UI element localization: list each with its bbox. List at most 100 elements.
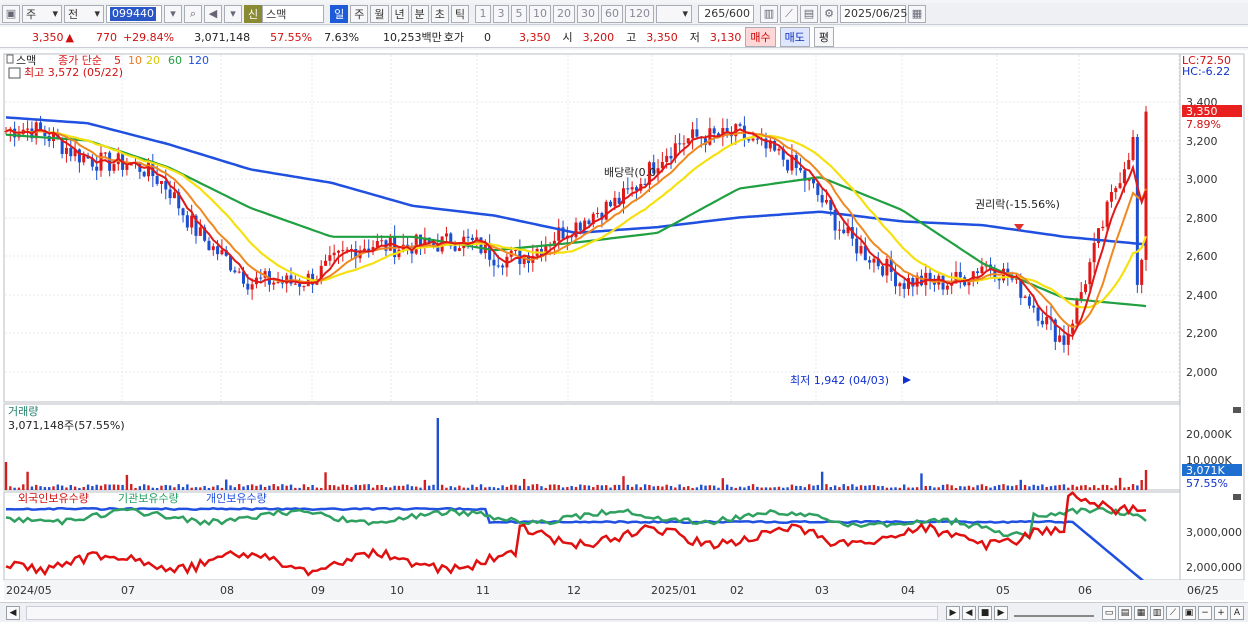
custom-minute-select[interactable]: ▾: [656, 4, 692, 23]
volume-bar: [833, 485, 837, 490]
candle-body: [457, 248, 461, 251]
chevron-down-icon[interactable]: ▾: [224, 4, 242, 23]
open-label: 시: [562, 31, 573, 44]
volume-bar: [708, 485, 712, 490]
minute-3[interactable]: 3: [493, 4, 509, 23]
scroll-bar[interactable]: ◀ ▶ ◀ ■ ▶ ▭ ▤ ▦ ▥ ⟋ ▣ − + A: [0, 602, 1248, 622]
period-year[interactable]: 년: [390, 4, 409, 23]
period-second[interactable]: 초: [430, 4, 449, 23]
candle-body: [1140, 259, 1144, 285]
volume-bar: [566, 487, 569, 490]
candle-body: [578, 222, 582, 231]
period-week[interactable]: 주: [350, 4, 369, 23]
candle-body: [259, 277, 263, 279]
zoom-out-icon[interactable]: −: [1198, 605, 1212, 620]
speaker-icon[interactable]: ◀: [204, 4, 222, 23]
minute-20[interactable]: 20: [553, 4, 575, 23]
volume-bar: [311, 484, 314, 490]
candle-body: [82, 155, 86, 163]
code-input[interactable]: 099440: [106, 4, 162, 23]
volume-bar: [1118, 477, 1122, 490]
scroll-left-icon[interactable]: ◀: [6, 605, 20, 620]
volume-bar: [315, 487, 319, 490]
volume-bar: [17, 487, 21, 490]
text-size-icon[interactable]: A: [1230, 605, 1244, 620]
volume-bar: [65, 487, 68, 490]
period-day[interactable]: 일: [330, 4, 349, 23]
candle-body: [147, 161, 150, 177]
print-icon[interactable]: ▣: [1182, 605, 1196, 620]
bar-chart-icon[interactable]: ▥: [1150, 605, 1164, 620]
volume-bar: [954, 487, 958, 490]
scroll-track[interactable]: [26, 605, 938, 620]
chart-area[interactable]: 스맥 종가 단순 5 10 20 60 120 최고 3,572 (05/22)…: [0, 50, 1248, 602]
line-chart-icon[interactable]: ⟋: [780, 4, 798, 23]
save-icon[interactable]: ▤: [800, 4, 818, 23]
volume-bar: [609, 487, 612, 490]
volume-bar: [626, 484, 630, 490]
volume-bar: [1097, 487, 1100, 490]
stock-name-field[interactable]: 스맥: [262, 4, 325, 23]
candle-icon[interactable]: ▥: [760, 4, 778, 23]
minute-30[interactable]: 30: [577, 4, 599, 23]
calendar-icon[interactable]: ▦: [908, 4, 926, 23]
volume-bar: [1105, 485, 1109, 490]
candle-body: [64, 147, 68, 154]
volume-bar: [898, 487, 902, 490]
volume-bar: [635, 484, 638, 490]
buy-button[interactable]: 매수: [745, 27, 776, 47]
layout-icon[interactable]: ▤: [1118, 605, 1132, 620]
current-price-pct: 7.89%: [1186, 118, 1221, 131]
volume-bar: [600, 485, 604, 490]
gear-icon[interactable]: ⚙: [820, 4, 838, 23]
count-input[interactable]: 265/600: [698, 4, 754, 23]
price-tick-3200: 3,200: [1186, 135, 1218, 148]
trend-icon[interactable]: ⟋: [1166, 605, 1180, 620]
zoom-in-icon[interactable]: +: [1214, 605, 1228, 620]
volume-bar: [1131, 484, 1135, 490]
chevron-down-icon[interactable]: ▾: [164, 4, 182, 23]
volume-bar: [281, 484, 284, 490]
stop-icon[interactable]: ■: [978, 605, 992, 620]
volume-bar: [479, 484, 483, 490]
candle-body: [1040, 320, 1044, 325]
minute-60[interactable]: 60: [601, 4, 623, 23]
minute-10[interactable]: 10: [529, 4, 551, 23]
window-icon[interactable]: ▣: [2, 4, 20, 23]
volume-bar: [380, 485, 383, 490]
candle-body: [872, 258, 876, 263]
date-field[interactable]: 2025/06/25: [840, 4, 907, 23]
volume-bar: [764, 487, 768, 490]
period-month[interactable]: 월: [370, 4, 389, 23]
forward-icon[interactable]: ▶: [994, 605, 1008, 620]
eval-button[interactable]: 평: [813, 27, 835, 47]
rewind-icon[interactable]: ◀: [962, 605, 976, 620]
grid-icon[interactable]: ▦: [1134, 605, 1148, 620]
volume-bar: [427, 485, 431, 490]
candle-body: [738, 124, 742, 126]
volume-bar: [1084, 485, 1087, 490]
search-icon[interactable]: ⌕: [184, 4, 202, 23]
period-tick[interactable]: 틱: [450, 4, 469, 23]
copy-icon[interactable]: ▭: [1102, 605, 1116, 620]
minute-5[interactable]: 5: [511, 4, 527, 23]
panel-close-icon[interactable]: [1233, 494, 1241, 500]
minute-1[interactable]: 1: [475, 4, 491, 23]
market-select[interactable]: 전 ▾: [64, 4, 104, 23]
panel-close-icon[interactable]: [1233, 407, 1241, 413]
candle-body: [945, 285, 949, 290]
sell-button[interactable]: 매도: [779, 27, 810, 47]
volume-bar: [22, 484, 25, 490]
current-volume-label: 3,071K: [1186, 464, 1225, 477]
minute-120[interactable]: 120: [625, 4, 654, 23]
volume-bar: [799, 485, 802, 490]
volume-bar: [777, 486, 781, 490]
volume-bar: [885, 487, 889, 490]
period-type-select[interactable]: 주 ▾: [22, 4, 62, 23]
play-icon[interactable]: ▶: [946, 605, 960, 620]
candle-body: [1058, 335, 1062, 342]
candle-body: [837, 229, 841, 231]
period-minute[interactable]: 분: [410, 4, 429, 23]
zoom-slider[interactable]: [1014, 609, 1094, 617]
low-label: 저: [689, 31, 700, 44]
